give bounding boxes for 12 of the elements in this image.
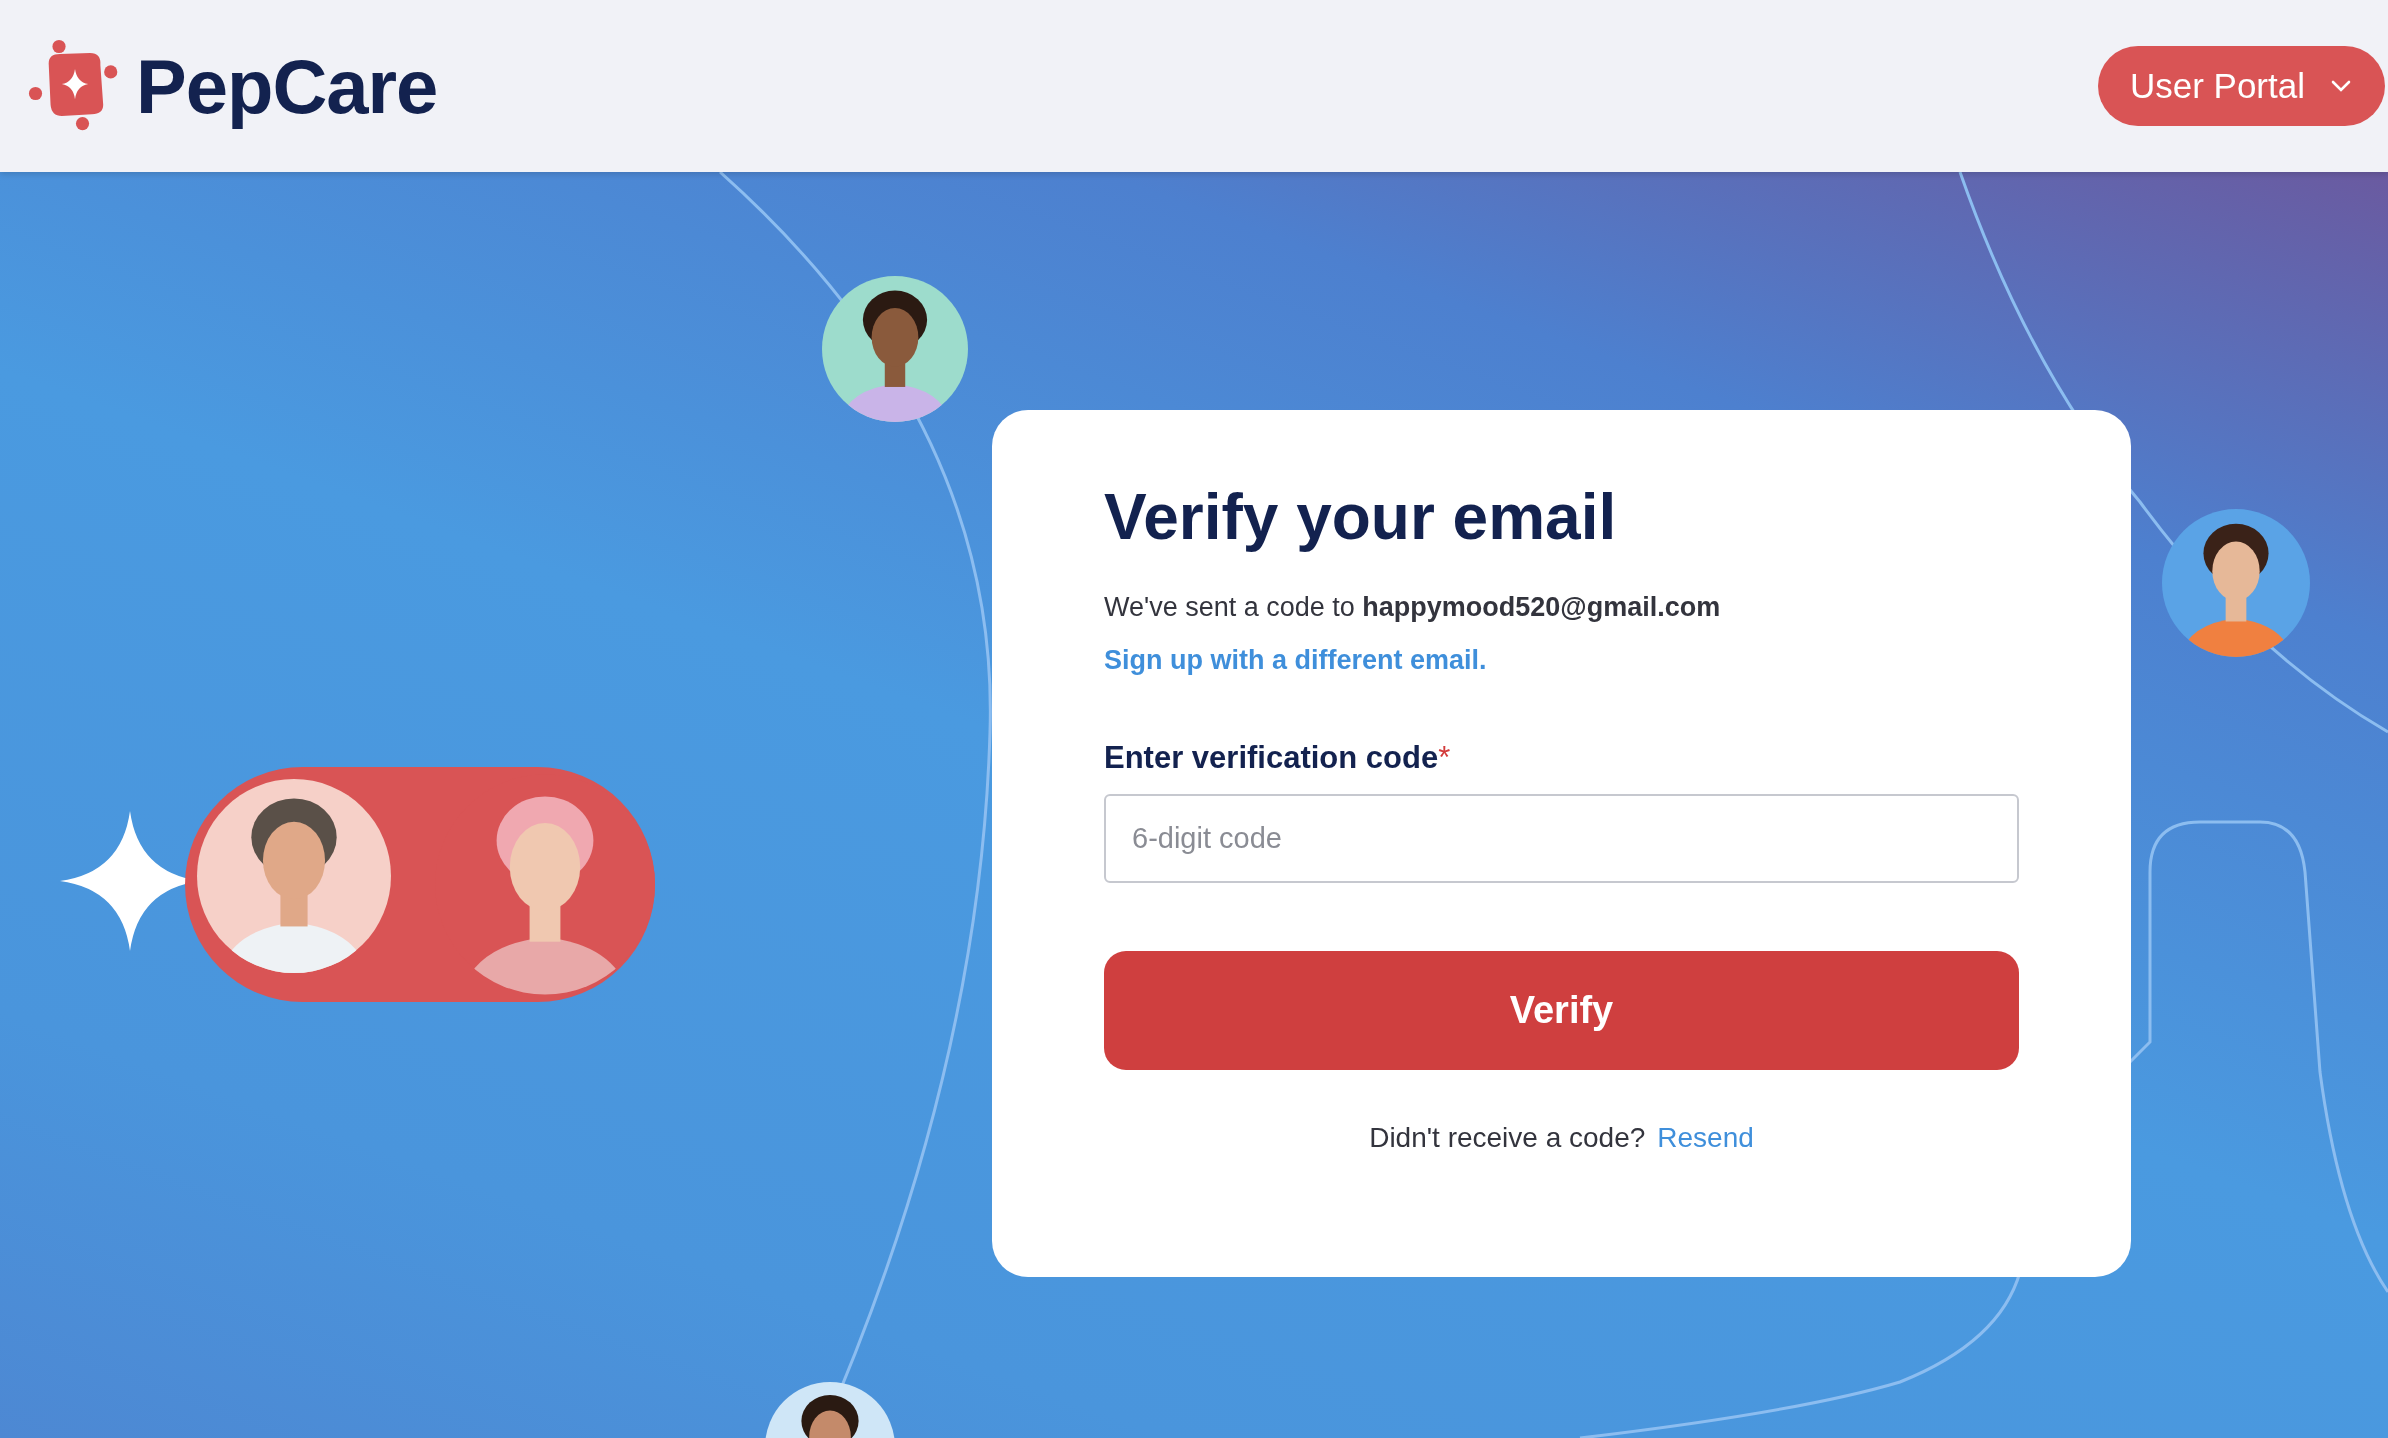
user-portal-button[interactable]: User Portal xyxy=(2097,46,2385,126)
code-input-field[interactable]: 6-digit code xyxy=(1104,794,2019,883)
verify-button[interactable]: Verify xyxy=(1104,951,2019,1070)
card-title: Verify your email xyxy=(1104,480,1618,554)
different-email-link[interactable]: Sign up with a different email. xyxy=(1104,645,1487,676)
chevron-down-icon xyxy=(2331,80,2351,92)
resend-prompt: Didn't receive a code? xyxy=(1369,1122,1646,1154)
resend-link[interactable]: Resend xyxy=(1657,1122,1754,1154)
sent-message: We've sent a code to happymood520@gmail.com xyxy=(1104,592,1722,623)
required-mark: * xyxy=(1438,740,1451,776)
field-label: Enter verification code xyxy=(1104,740,1439,776)
logo-text[interactable]: PepCare xyxy=(136,42,438,130)
